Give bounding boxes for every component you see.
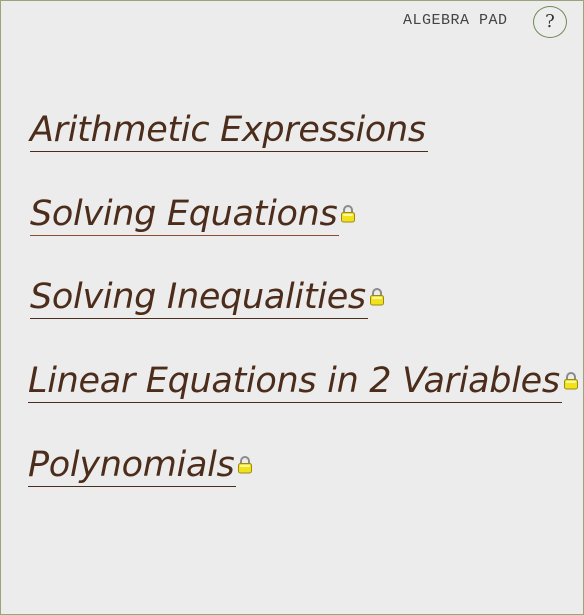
app-window: ALGEBRA PAD ? Arithmetic Expressions Sol… [0,0,584,615]
lesson-label: Arithmetic Expressions [30,110,428,152]
help-button[interactable]: ? [533,6,567,38]
lock-icon [237,456,253,474]
lock-icon [340,205,356,223]
lesson-linear-equations-2-variables[interactable]: Linear Equations in 2 Variables [28,360,579,403]
lock-icon [369,288,385,306]
lesson-label: Linear Equations in 2 Variables [28,361,562,403]
lesson-arithmetic-expressions[interactable]: Arithmetic Expressions [30,109,428,152]
app-title: ALGEBRA PAD [403,12,508,29]
lesson-solving-inequalities[interactable]: Solving Inequalities [30,276,385,319]
lesson-label: Polynomials [28,445,237,487]
lesson-label: Solving Equations [30,194,340,236]
lesson-solving-equations[interactable]: Solving Equations [30,193,356,236]
lock-icon [563,372,579,390]
lesson-label: Solving Inequalities [30,277,368,319]
lesson-polynomials[interactable]: Polynomials [28,444,253,487]
